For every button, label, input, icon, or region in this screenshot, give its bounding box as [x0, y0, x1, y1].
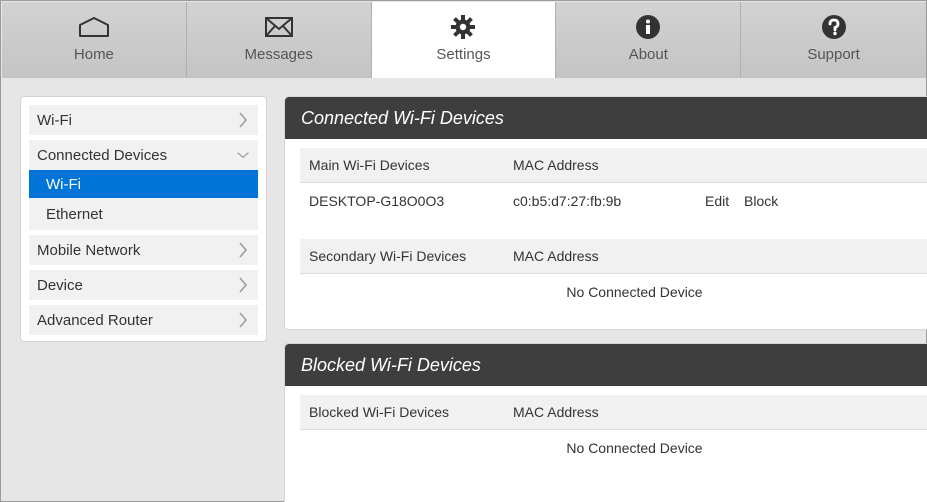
- column-header-device: Main Wi-Fi Devices: [309, 157, 430, 173]
- sidebar-subitem-wifi[interactable]: Wi-Fi: [29, 170, 258, 198]
- panel-title: Blocked Wi-Fi Devices: [285, 344, 927, 386]
- sidebar-item-label: Wi-Fi: [37, 111, 72, 129]
- block-link[interactable]: Block: [744, 193, 778, 209]
- empty-message: No Connected Device: [566, 284, 703, 300]
- empty-message: No Connected Device: [566, 440, 703, 456]
- question-icon: [821, 14, 847, 40]
- tab-about[interactable]: About: [556, 2, 742, 78]
- app-window: Home Messages Settings About Support Wi-…: [0, 0, 927, 502]
- table-row: No Connected Device: [300, 430, 927, 466]
- top-navigation: Home Messages Settings About Support: [2, 2, 926, 78]
- sidebar-item-label: Advanced Router: [37, 311, 153, 329]
- table-header: Secondary Wi-Fi Devices MAC Address: [300, 239, 927, 274]
- envelope-icon: [264, 14, 294, 40]
- edit-link[interactable]: Edit: [705, 193, 729, 209]
- gear-icon: [450, 14, 476, 40]
- sidebar-item-label: Connected Devices: [37, 146, 168, 164]
- tab-settings[interactable]: Settings: [371, 2, 557, 78]
- connected-devices-panel: Connected Wi-Fi Devices Main Wi-Fi Devic…: [284, 96, 927, 330]
- chevron-right-icon: [236, 241, 250, 259]
- chevron-right-icon: [236, 276, 250, 294]
- column-header-mac: MAC Address: [513, 248, 599, 264]
- settings-sidebar: Wi-Fi Connected Devices Wi-Fi Ethernet M…: [20, 96, 267, 342]
- blocked-devices-table: Blocked Wi-Fi Devices MAC Address No Con…: [300, 395, 927, 466]
- main-devices-table: Main Wi-Fi Devices MAC Address DESKTOP-G…: [300, 148, 927, 219]
- table-row: No Connected Device: [300, 274, 927, 310]
- table-header: Main Wi-Fi Devices MAC Address: [300, 148, 927, 183]
- tab-messages[interactable]: Messages: [186, 2, 372, 78]
- column-header-mac: MAC Address: [513, 404, 599, 420]
- sidebar-item-connected-devices[interactable]: Connected Devices: [29, 140, 258, 170]
- chevron-right-icon: [236, 111, 250, 129]
- sidebar-item-advanced-router[interactable]: Advanced Router: [29, 305, 258, 335]
- sidebar-item-mobile-network[interactable]: Mobile Network: [29, 235, 258, 265]
- panel-title: Connected Wi-Fi Devices: [285, 97, 927, 139]
- tab-messages-label: Messages: [244, 46, 313, 63]
- mac-address: c0:b5:d7:27:fb:9b: [513, 193, 622, 209]
- connected-devices-submenu: Wi-Fi Ethernet: [29, 170, 258, 230]
- device-name: DESKTOP-G18O0O3: [309, 193, 445, 209]
- chevron-right-icon: [236, 311, 250, 329]
- sidebar-item-label: Mobile Network: [37, 241, 141, 259]
- column-header-mac: MAC Address: [513, 157, 599, 173]
- sidebar-item-device[interactable]: Device: [29, 270, 258, 300]
- tab-home-label: Home: [73, 46, 114, 63]
- tab-support[interactable]: Support: [741, 2, 926, 78]
- table-row: DESKTOP-G18O0O3 c0:b5:d7:27:fb:9b Edit B…: [300, 183, 927, 219]
- chevron-down-icon: [236, 146, 250, 164]
- tab-about-label: About: [628, 46, 668, 63]
- info-icon: [635, 14, 661, 40]
- table-header: Blocked Wi-Fi Devices MAC Address: [300, 395, 927, 430]
- column-header-device: Secondary Wi-Fi Devices: [309, 248, 467, 264]
- sidebar-item-wifi[interactable]: Wi-Fi: [29, 105, 258, 135]
- sidebar-item-label: Device: [37, 276, 83, 294]
- tab-settings-label: Settings: [436, 46, 491, 63]
- tab-support-label: Support: [807, 46, 860, 63]
- sidebar-subitem-ethernet[interactable]: Ethernet: [29, 198, 258, 230]
- secondary-devices-table: Secondary Wi-Fi Devices MAC Address No C…: [300, 239, 927, 310]
- tab-home[interactable]: Home: [2, 2, 187, 78]
- home-icon: [77, 14, 111, 40]
- blocked-devices-panel: Blocked Wi-Fi Devices Blocked Wi-Fi Devi…: [284, 343, 927, 502]
- column-header-device: Blocked Wi-Fi Devices: [309, 404, 450, 420]
